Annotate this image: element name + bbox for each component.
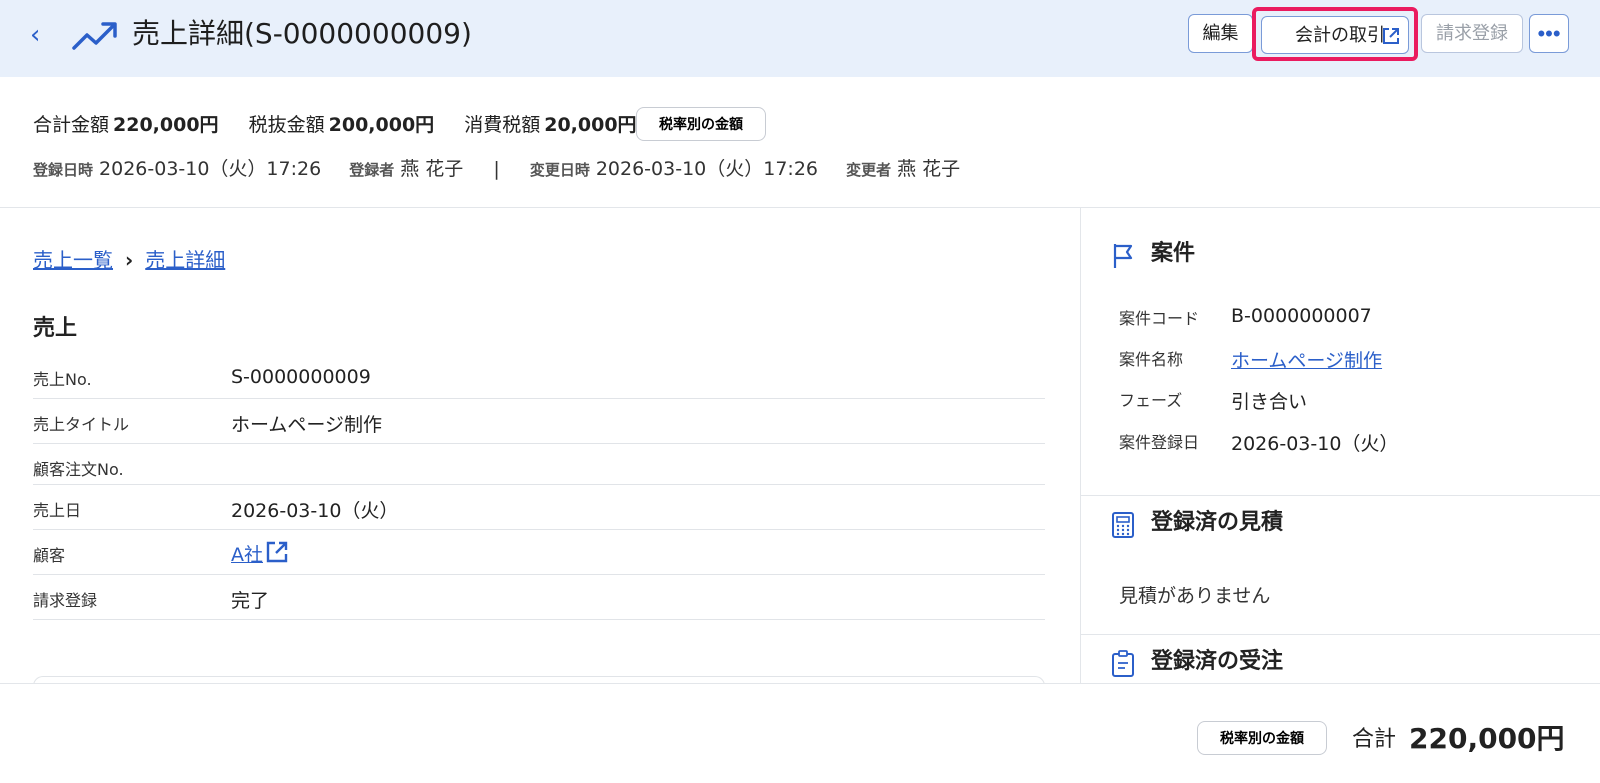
sales-detail-panel: 売上一覧 › 売上詳細 売上 売上No. S-0000000009 売上タイトル ホ… [0, 208, 1080, 696]
customer-order-no-label: 顧客注文No. [33, 460, 124, 479]
breadcrumb-chevron-icon: › [125, 248, 134, 272]
table-row: 売上タイトル ホームページ制作 [33, 399, 1045, 444]
calculator-icon [1112, 512, 1134, 538]
flag-icon [1113, 244, 1133, 268]
updated-at-label: 変更日時 [529, 161, 590, 179]
updated-at-value: 2026-03-10（火）17:26 [595, 158, 819, 180]
table-row: 売上日 2026-03-10（火） [33, 485, 1045, 530]
amount-summary: 合計金額 220,000円 税抜金額 200,000円 消費税額 20,000円 [33, 111, 661, 139]
footer-total-value: 220,000円 [1409, 722, 1565, 755]
more-menu-button[interactable]: ••• [1529, 14, 1569, 53]
sales-title-label: 売上タイトル [33, 415, 130, 434]
registered-by-label: 登録者 [349, 161, 395, 179]
footer-total-bar: 税率別の金額 合計 220,000円 [0, 683, 1600, 783]
breadcrumb-sales-detail-link[interactable]: 売上詳細 [145, 248, 225, 272]
total-amount-label: 合計金額 [33, 114, 110, 136]
pretax-amount-label: 税抜金額 [248, 114, 325, 136]
sales-date-value: 2026-03-10（火） [231, 500, 399, 522]
footer-total-label: 合計 [1352, 727, 1397, 752]
estimates-section-title: 登録済の見積 [1111, 507, 1283, 539]
back-chevron-icon[interactable]: ‹ [30, 20, 54, 50]
project-name-value: ホームページ制作 [1231, 346, 1382, 373]
table-row: 顧客注文No. [33, 444, 1045, 485]
orders-section-title: 登録済の受注 [1111, 646, 1283, 678]
summary-bar: 合計金額 220,000円 税抜金額 200,000円 消費税額 20,000円 税率… [0, 77, 1600, 208]
sales-title-value: ホームページ制作 [231, 414, 383, 436]
clipboard-icon [1112, 650, 1134, 677]
page-title: 売上詳細(S-0000000009) [132, 17, 472, 50]
trend-up-icon [72, 22, 117, 50]
estimates-empty-text: 見積がありません [1119, 585, 1271, 607]
project-name-label: 案件名称 [1119, 350, 1184, 369]
tax-amount-label: 消費税額 [464, 114, 541, 136]
total-amount-value: 220,000円 [113, 114, 219, 136]
pretax-amount-value: 200,000円 [328, 114, 435, 136]
tax-rate-breakdown-button[interactable]: 税率別の金額 [636, 107, 766, 141]
record-meta: 登録日時 2026-03-10（火）17:26 登録者燕 花子 | 変更日時 202… [33, 155, 960, 184]
divider [1081, 634, 1600, 635]
table-row: 売上No. S-0000000009 [33, 354, 1045, 399]
breadcrumb: 売上一覧 › 売上詳細 [33, 246, 225, 274]
tax-amount-value: 20,000円 [544, 114, 637, 136]
estimates-title: 登録済の見積 [1151, 510, 1284, 535]
breadcrumb-sales-list-link[interactable]: 売上一覧 [33, 248, 113, 272]
external-link-icon[interactable] [265, 540, 289, 564]
customer-link[interactable]: A社 [231, 544, 263, 566]
updated-by-label: 変更者 [846, 161, 892, 179]
sales-section-title: 売上 [33, 316, 78, 341]
external-link-icon [1383, 28, 1399, 44]
table-row: 顧客 A社 [33, 530, 1045, 575]
project-registered-value: 2026-03-10（火） [1231, 433, 1399, 455]
registered-at-value: 2026-03-10（火）17:26 [99, 158, 322, 180]
registered-at-label: 登録日時 [33, 161, 94, 179]
invoice-register-label: 請求登録 [33, 591, 98, 610]
registered-by-value: 燕 花子 [400, 158, 464, 180]
accounting-transaction-label: 会計の取引 [1295, 25, 1385, 45]
customer-label: 顧客 [33, 546, 66, 565]
project-phase-value: 引き合い [1231, 391, 1308, 413]
footer-tax-rate-button[interactable]: 税率別の金額 [1197, 721, 1327, 755]
table-row: 請求登録 完了 [33, 575, 1045, 620]
sales-detail-table: 売上No. S-0000000009 売上タイトル ホームページ制作 顧客注文N… [33, 354, 1045, 620]
project-registered-label: 案件登録日 [1119, 433, 1200, 452]
invoice-register-value: 完了 [231, 590, 270, 612]
project-phase-label: フェーズ [1119, 391, 1183, 410]
project-code-label: 案件コード [1119, 309, 1200, 328]
edit-button[interactable]: 編集 [1188, 14, 1253, 53]
accounting-button-highlight: 会計の取引 [1252, 7, 1418, 61]
updated-by-value: 燕 花子 [897, 158, 961, 180]
accounting-transaction-button[interactable]: 会計の取引 [1261, 16, 1409, 54]
page-header: ‹ 売上詳細(S-0000000009) 編集 会計の取引 請求登録 ••• [0, 0, 1600, 77]
invoice-register-button[interactable]: 請求登録 [1421, 14, 1523, 53]
meta-separator: | [493, 158, 500, 180]
project-section-title: 案件 [1111, 238, 1195, 270]
related-info-panel: 案件 案件コード B-0000000007 案件名称 ホームページ制作 フェーズ… [1080, 208, 1600, 683]
orders-title: 登録済の受注 [1151, 649, 1284, 674]
project-title: 案件 [1151, 241, 1196, 266]
project-code-value: B-0000000007 [1231, 305, 1372, 327]
divider [1081, 495, 1600, 496]
customer-value: A社 [231, 540, 289, 567]
sales-no-label: 売上No. [33, 370, 92, 389]
sales-date-label: 売上日 [33, 501, 82, 520]
project-name-link[interactable]: ホームページ制作 [1231, 350, 1382, 372]
sales-no-value: S-0000000009 [231, 366, 371, 388]
